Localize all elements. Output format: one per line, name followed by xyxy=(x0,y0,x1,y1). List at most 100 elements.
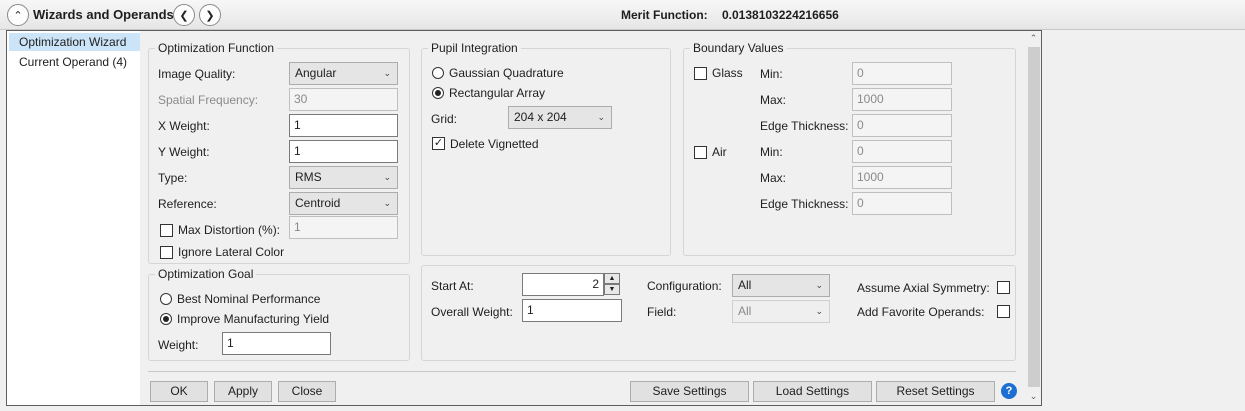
air-max-field[interactable]: 1000 xyxy=(852,166,952,189)
ignore-lateral-color-label: Ignore Lateral Color xyxy=(178,245,285,259)
x-weight-field[interactable]: 1 xyxy=(289,114,398,137)
window-title: Wizards and Operands xyxy=(33,7,174,22)
prev-button[interactable]: ❮ xyxy=(173,4,195,26)
delete-vignetted-label: Delete Vignetted xyxy=(450,137,539,151)
glass-max-label: Max: xyxy=(760,93,787,107)
reset-settings-button[interactable]: Reset Settings xyxy=(876,381,995,402)
air-checkbox[interactable] xyxy=(694,146,707,159)
chevron-down-icon: ⌄ xyxy=(597,112,605,122)
spatial-frequency-label: Spatial Frequency: xyxy=(158,93,259,107)
glass-label: Glass xyxy=(712,66,743,80)
reference-label: Reference: xyxy=(158,197,217,211)
grid-label: Grid: xyxy=(431,112,458,126)
reference-select[interactable]: Centroid ⌄ xyxy=(289,192,398,215)
add-favorite-checkbox[interactable] xyxy=(997,305,1010,318)
y-weight-field[interactable]: 1 xyxy=(289,140,398,163)
start-at-field[interactable]: 2 xyxy=(522,273,604,296)
vertical-scrollbar[interactable]: ⌃ ⌄ xyxy=(1026,31,1041,405)
chevron-left-icon: ❮ xyxy=(179,9,189,22)
chevron-right-icon: ❯ xyxy=(205,9,215,22)
chevron-down-icon: ⌄ xyxy=(815,280,823,290)
close-button[interactable]: Close xyxy=(278,381,336,402)
separator xyxy=(148,371,1016,372)
glass-min-label: Min: xyxy=(760,67,783,81)
merit-function-value: 0.0138103224216656 xyxy=(722,8,839,22)
rectangular-array-label: Rectangular Array xyxy=(449,86,546,100)
glass-max-field[interactable]: 1000 xyxy=(852,88,952,111)
load-settings-button[interactable]: Load Settings xyxy=(753,381,872,402)
configuration-value: All xyxy=(738,278,752,292)
type-label: Type: xyxy=(158,171,188,185)
gaussian-quadrature-label: Gaussian Quadrature xyxy=(449,66,564,80)
max-distortion-field[interactable]: 1 xyxy=(289,216,398,239)
type-select[interactable]: RMS ⌄ xyxy=(289,166,398,189)
glass-min-field[interactable]: 0 xyxy=(852,62,952,85)
pupil-integration-legend: Pupil Integration xyxy=(431,41,518,55)
gaussian-quadrature-radio[interactable] xyxy=(432,67,444,79)
air-label: Air xyxy=(712,145,727,159)
air-edge-label: Edge Thickness: xyxy=(760,197,849,211)
spin-down-button[interactable]: ▼ xyxy=(604,284,620,295)
wizard-nav: Optimization Wizard Current Operand (4) xyxy=(7,31,140,405)
configuration-select[interactable]: All ⌄ xyxy=(732,274,830,297)
help-icon[interactable]: ? xyxy=(1001,383,1017,399)
boundary-values-legend: Boundary Values xyxy=(693,41,784,55)
radio-selected-dot xyxy=(435,90,441,96)
image-quality-select[interactable]: Angular ⌄ xyxy=(289,62,398,85)
field-value: All xyxy=(738,304,752,318)
reference-value: Centroid xyxy=(295,196,341,210)
improve-yield-radio[interactable] xyxy=(160,313,172,325)
chevron-down-icon: ⌄ xyxy=(383,198,391,208)
add-favorite-label: Add Favorite Operands: xyxy=(857,305,985,319)
nav-item-optimization-wizard[interactable]: Optimization Wizard xyxy=(9,33,140,51)
goal-weight-label: Weight: xyxy=(158,338,199,352)
air-min-field[interactable]: 0 xyxy=(852,140,952,163)
collapse-button[interactable]: ⌃ xyxy=(7,4,29,26)
overall-weight-label: Overall Weight: xyxy=(431,305,513,319)
max-distortion-label: Max Distortion (%): xyxy=(178,223,281,237)
scroll-up-icon[interactable]: ⌃ xyxy=(1026,31,1041,46)
max-distortion-checkbox[interactable] xyxy=(160,224,173,237)
wizard-dialog: Optimization Wizard Current Operand (4) … xyxy=(6,30,1042,406)
image-quality-value: Angular xyxy=(295,66,337,80)
best-nominal-label: Best Nominal Performance xyxy=(177,292,321,306)
spin-up-button[interactable]: ▲ xyxy=(604,273,620,284)
titlebar: ⌃ Wizards and Operands ❮ ❯ Merit Functio… xyxy=(0,0,1245,30)
assume-axial-checkbox[interactable] xyxy=(997,281,1010,294)
x-weight-label: X Weight: xyxy=(158,119,210,133)
y-weight-label: Y Weight: xyxy=(158,145,210,159)
scroll-down-icon[interactable]: ⌄ xyxy=(1026,389,1041,404)
rectangular-array-radio[interactable] xyxy=(432,87,444,99)
type-value: RMS xyxy=(295,170,322,184)
glass-edge-field[interactable]: 0 xyxy=(852,114,952,137)
optimization-function-legend: Optimization Function xyxy=(158,41,275,55)
apply-button[interactable]: Apply xyxy=(214,381,272,402)
image-quality-label: Image Quality: xyxy=(158,67,236,81)
goal-weight-field[interactable]: 1 xyxy=(222,332,331,355)
chevron-down-icon: ⌄ xyxy=(383,68,391,78)
air-max-label: Max: xyxy=(760,171,787,185)
overall-weight-field[interactable]: 1 xyxy=(522,299,622,322)
scroll-thumb[interactable] xyxy=(1028,47,1040,387)
field-select[interactable]: All ⌄ xyxy=(732,300,830,323)
assume-axial-label: Assume Axial Symmetry: xyxy=(857,281,990,295)
wizard-content: Optimization Function Image Quality: Ang… xyxy=(140,31,1026,405)
chevron-up-icon: ⌃ xyxy=(13,9,23,22)
air-edge-field[interactable]: 0 xyxy=(852,192,952,215)
configuration-label: Configuration: xyxy=(647,279,722,293)
improve-yield-label: Improve Manufacturing Yield xyxy=(177,312,330,326)
grid-value: 204 x 204 xyxy=(514,110,567,124)
grid-select[interactable]: 204 x 204 ⌄ xyxy=(508,106,612,129)
spatial-frequency-field[interactable]: 30 xyxy=(289,88,398,111)
nav-item-current-operand[interactable]: Current Operand (4) xyxy=(9,53,140,71)
chevron-down-icon: ⌄ xyxy=(815,306,823,316)
next-button[interactable]: ❯ xyxy=(199,4,221,26)
best-nominal-radio[interactable] xyxy=(160,293,172,305)
ignore-lateral-color-checkbox[interactable] xyxy=(160,246,173,259)
field-label: Field: xyxy=(647,305,677,319)
glass-checkbox[interactable] xyxy=(694,67,707,80)
save-settings-button[interactable]: Save Settings xyxy=(630,381,749,402)
delete-vignetted-checkbox[interactable]: ✓ xyxy=(432,137,445,150)
ok-button[interactable]: OK xyxy=(150,381,208,402)
glass-edge-label: Edge Thickness: xyxy=(760,119,849,133)
